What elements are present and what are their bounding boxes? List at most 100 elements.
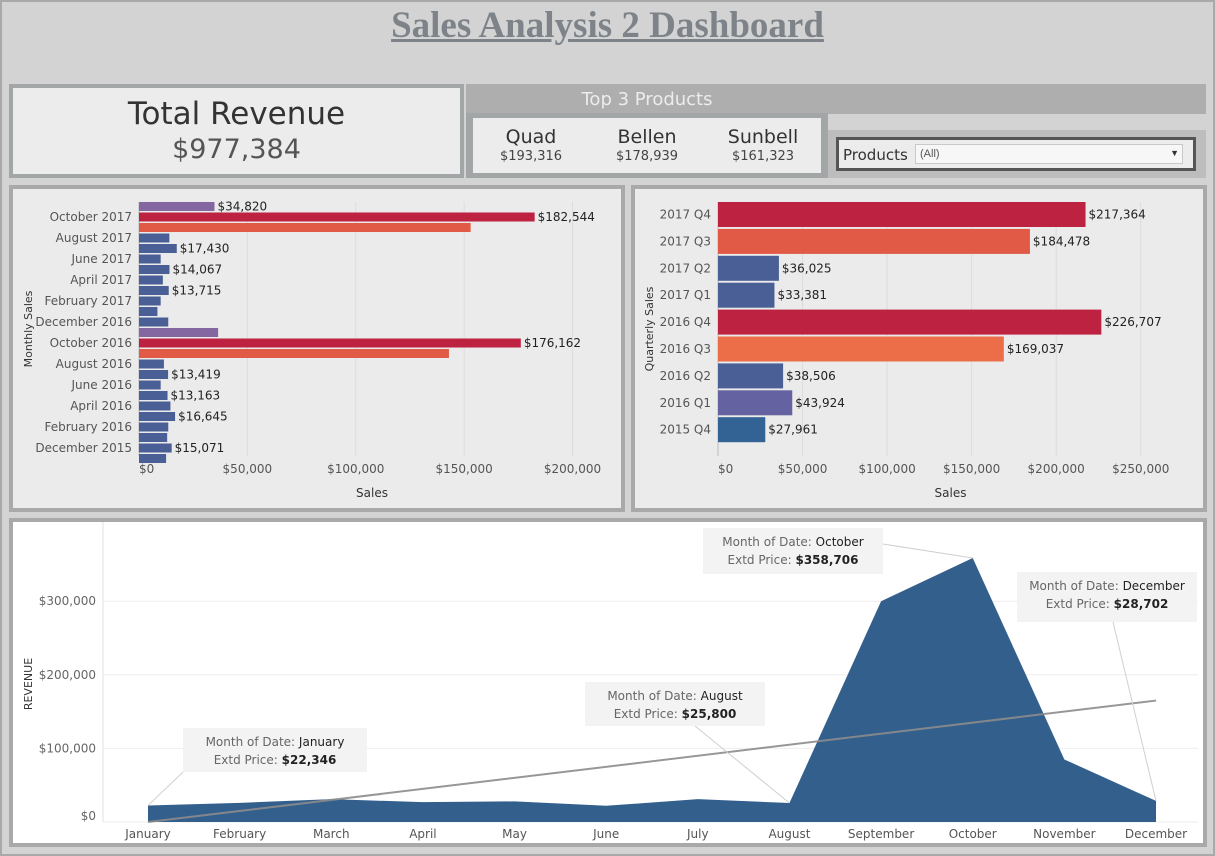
y-tick-label: April 2016 bbox=[70, 399, 132, 413]
annotation-leader bbox=[147, 771, 184, 806]
top-products-header: Top 3 Products bbox=[466, 84, 1206, 114]
y-tick-label: December 2015 bbox=[35, 441, 132, 455]
x-tick-label: $200,000 bbox=[544, 462, 601, 476]
product-value: $178,939 bbox=[615, 149, 679, 164]
total-revenue-card: Total Revenue $977,384 bbox=[9, 84, 464, 178]
quarterly-sales-chart: $0 $50,000 $100,000 $150,000 $200,000 $250,00… bbox=[643, 202, 1169, 500]
bar bbox=[718, 228, 1030, 254]
annotation-leader bbox=[882, 543, 973, 559]
bar bbox=[139, 223, 471, 232]
x-tick-label: $150,000 bbox=[943, 462, 1000, 476]
y-tick-label: February 2016 bbox=[44, 420, 132, 434]
quarterly-sales-panel: $0 $50,000 $100,000 $150,000 $200,000 $250,00… bbox=[631, 185, 1207, 512]
data-label: $16,645 bbox=[178, 410, 228, 424]
y-tick-label: 2016 Q2 bbox=[660, 369, 711, 383]
bar bbox=[139, 233, 170, 243]
bar bbox=[139, 275, 163, 285]
page-title: Sales Analysis 2 Dashboard bbox=[391, 5, 824, 46]
bar bbox=[139, 349, 449, 358]
y-tick-label: $200,000 bbox=[39, 668, 96, 682]
data-label: $36,025 bbox=[782, 261, 832, 275]
x-axis-title: Sales bbox=[935, 486, 967, 500]
y-tick-label: October 2016 bbox=[50, 336, 132, 350]
y-tick-label: June 2016 bbox=[71, 378, 133, 392]
y-tick-label: August 2017 bbox=[56, 231, 132, 245]
data-label: $217,364 bbox=[1089, 208, 1146, 222]
annotation-leader bbox=[694, 725, 790, 804]
top-product-2: Bellen $178,939 bbox=[589, 118, 705, 173]
annotation-month: Month of Date: December bbox=[1029, 579, 1185, 593]
bar bbox=[139, 380, 161, 390]
y-tick-label: 2017 Q2 bbox=[660, 261, 711, 275]
x-tick-label: January bbox=[124, 827, 171, 841]
data-label: $176,162 bbox=[524, 336, 581, 350]
products-dropdown[interactable]: (All) ▼ bbox=[915, 144, 1183, 164]
chevron-down-icon[interactable]: ▼ bbox=[1170, 148, 1179, 158]
data-label: $17,430 bbox=[180, 242, 230, 256]
data-label: $43,924 bbox=[795, 396, 845, 410]
bar bbox=[139, 391, 168, 400]
bar bbox=[139, 328, 219, 337]
product-name: Bellen bbox=[617, 126, 677, 148]
bar bbox=[139, 296, 161, 306]
bar bbox=[139, 254, 161, 264]
data-label: $182,544 bbox=[538, 210, 595, 224]
x-tick-label: February bbox=[213, 827, 266, 841]
y-tick-label: December 2016 bbox=[35, 315, 132, 329]
y-tick-label: $100,000 bbox=[39, 741, 96, 755]
bar bbox=[139, 359, 164, 369]
top-products-title: Top 3 Products bbox=[581, 89, 713, 110]
x-tick-label: $50,000 bbox=[223, 462, 273, 476]
y-axis-title: REVENUE bbox=[22, 658, 35, 710]
x-tick-label: December bbox=[1125, 827, 1187, 841]
y-tick-label: 2016 Q3 bbox=[660, 342, 711, 356]
bar bbox=[718, 282, 775, 308]
product-name: Quad bbox=[505, 126, 557, 148]
y-tick-label: June 2017 bbox=[71, 252, 133, 266]
annotation-price: Extd Price: $28,702 bbox=[1046, 597, 1169, 611]
revenue-area-panel: $0 $100,000 $200,000 $300,000 REVENUE January… bbox=[9, 518, 1207, 847]
x-axis-title: Sales bbox=[356, 486, 388, 500]
x-tick-label: $100,000 bbox=[858, 462, 915, 476]
bar bbox=[718, 363, 784, 389]
x-tick-label: November bbox=[1033, 827, 1095, 841]
products-filter: Products (All) ▼ bbox=[836, 137, 1196, 171]
annotation-price: Extd Price: $358,706 bbox=[728, 553, 859, 567]
data-label: $33,381 bbox=[777, 288, 827, 302]
product-name: Sunbell bbox=[727, 126, 799, 148]
data-label: $27,961 bbox=[768, 423, 818, 437]
annotation-month: Month of Date: August bbox=[607, 689, 743, 703]
total-revenue-label: Total Revenue bbox=[127, 96, 346, 132]
bar bbox=[718, 390, 793, 416]
bar bbox=[139, 307, 158, 316]
bar bbox=[139, 212, 535, 222]
y-tick-label: 2015 Q4 bbox=[660, 423, 711, 437]
data-label: $13,715 bbox=[172, 284, 222, 298]
x-tick-label: March bbox=[313, 827, 350, 841]
bar bbox=[718, 309, 1102, 335]
x-tick-label: $200,000 bbox=[1028, 462, 1085, 476]
y-tick-label: $300,000 bbox=[39, 594, 96, 608]
total-revenue-value: $977,384 bbox=[172, 134, 301, 165]
x-tick-label: $150,000 bbox=[435, 462, 492, 476]
bar bbox=[139, 338, 521, 348]
bar bbox=[139, 265, 170, 274]
y-tick-label: $0 bbox=[81, 809, 96, 823]
annotation-price: Extd Price: $22,346 bbox=[214, 753, 337, 767]
bar bbox=[139, 412, 176, 421]
bar bbox=[139, 443, 172, 453]
annotation-month: Month of Date: October bbox=[722, 535, 863, 549]
y-tick-label: 2017 Q1 bbox=[660, 288, 711, 302]
x-tick-label: $250,000 bbox=[1112, 462, 1169, 476]
bar bbox=[139, 422, 169, 432]
data-label: $14,067 bbox=[172, 263, 222, 277]
bar bbox=[139, 244, 177, 253]
annotation-leader bbox=[1112, 621, 1157, 801]
y-tick-label: October 2017 bbox=[50, 210, 132, 224]
bar bbox=[139, 202, 215, 211]
top-product-3: Sunbell $161,323 bbox=[705, 118, 821, 173]
data-label: $13,419 bbox=[171, 368, 221, 382]
revenue-area-chart: $0 $100,000 $200,000 $300,000 REVENUE January… bbox=[22, 522, 1198, 841]
bar bbox=[718, 336, 1004, 362]
bar bbox=[139, 317, 169, 327]
